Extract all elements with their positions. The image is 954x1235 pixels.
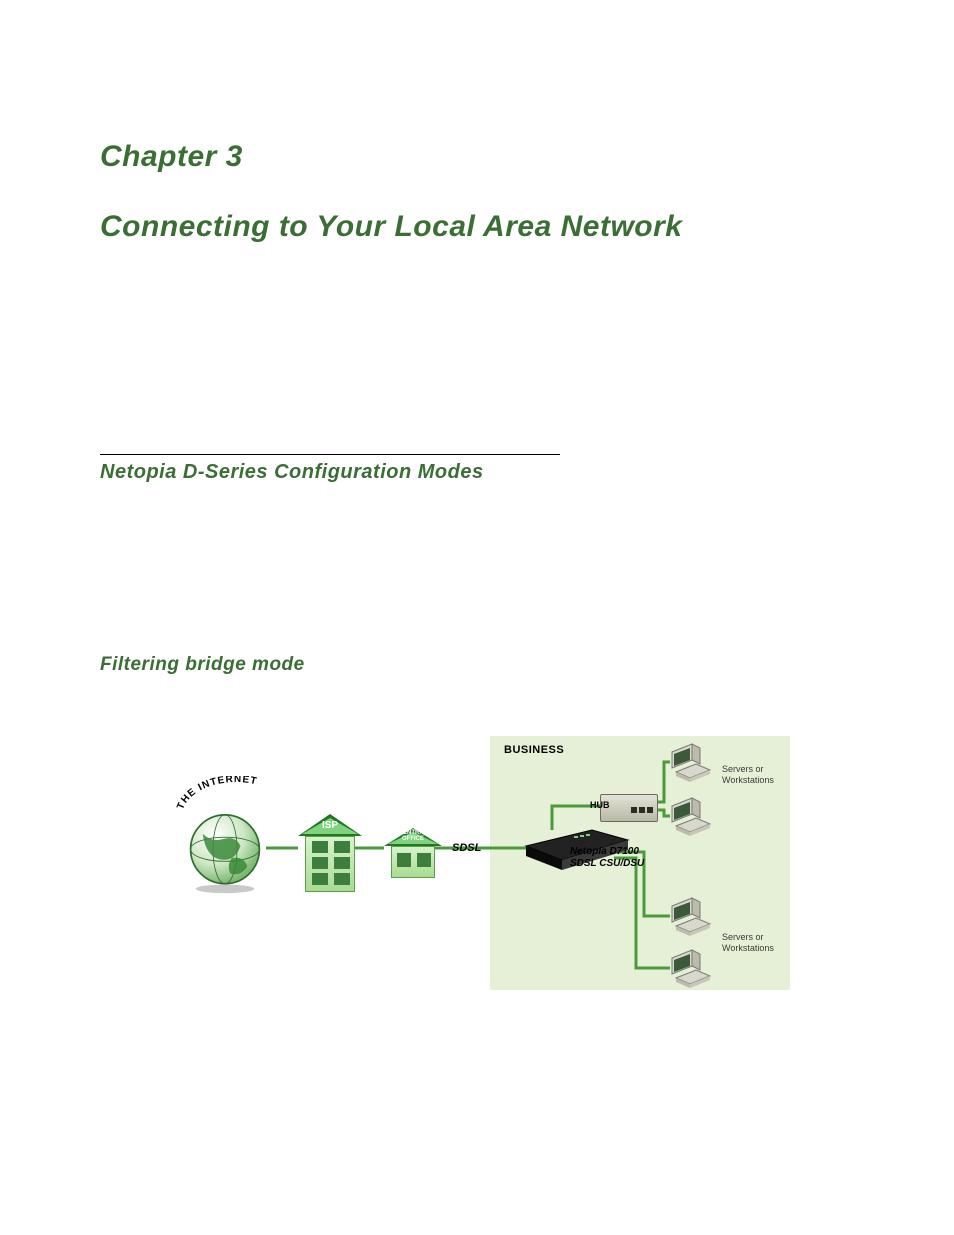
document-page: Chapter 3 Connecting to Your Local Area … xyxy=(0,0,954,1235)
workstation-caption: Servers or Workstations xyxy=(722,764,792,786)
section-heading: Netopia D-Series Configuration Modes xyxy=(100,461,854,484)
svg-text:THE INTERNET: THE INTERNET xyxy=(176,776,258,811)
central-office-label: CENTRAL OFFICE xyxy=(384,830,442,842)
chapter-title: Connecting to Your Local Area Network xyxy=(100,210,854,244)
device-label: Netopia D7100 SDSL CSU/DSU xyxy=(570,846,690,870)
workstation-caption: Servers or Workstations xyxy=(722,932,792,954)
workstation-icon xyxy=(670,742,722,784)
hub-label: HUB xyxy=(590,800,610,810)
workstation-icon xyxy=(670,896,722,938)
workstation-icon xyxy=(670,948,722,990)
chapter-number: Chapter 3 xyxy=(100,140,854,174)
isp-building-icon: ISP xyxy=(298,814,362,900)
central-office-icon: CENTRAL OFFICE xyxy=(384,828,442,888)
section-rule xyxy=(100,454,560,455)
network-diagram: BUSINESS xyxy=(170,736,790,996)
globe-icon xyxy=(182,808,268,894)
sdsl-label: SDSL xyxy=(452,842,481,854)
internet-arc-text: THE INTERNET xyxy=(176,776,258,811)
workstation-icon xyxy=(670,796,722,838)
subsection-heading: Filtering bridge mode xyxy=(100,654,854,676)
isp-label: ISP xyxy=(298,820,362,831)
